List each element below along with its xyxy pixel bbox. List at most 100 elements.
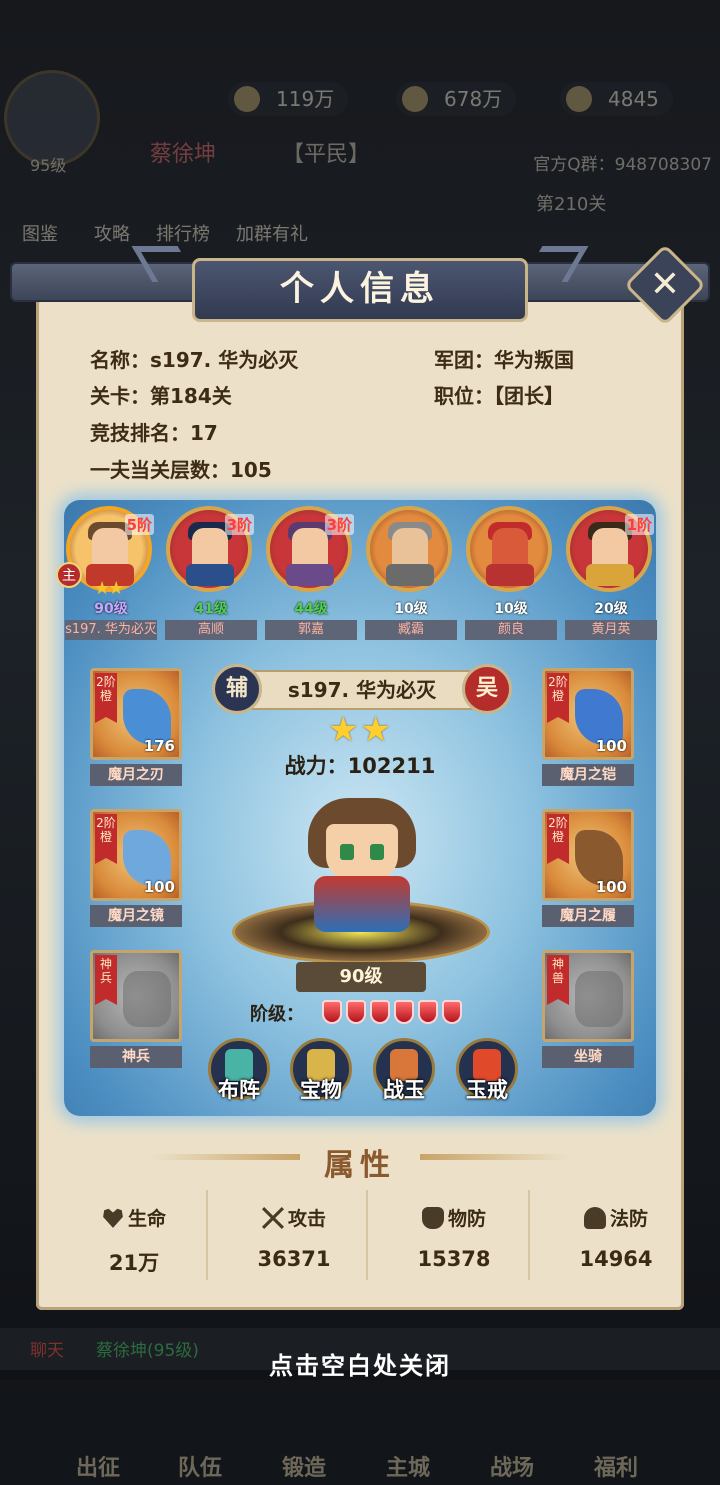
nav-city[interactable]: 主城 <box>386 1450 430 1482</box>
hero-eye-right <box>370 844 384 860</box>
current-stage: 第210关 <box>536 194 607 215</box>
equipment-slot[interactable]: 2阶橙 176 <box>90 668 182 760</box>
silver-chip: 678万 <box>396 82 517 116</box>
portrait-body <box>186 564 234 586</box>
info-name: 名称：s197. 华为必灭 <box>90 348 299 372</box>
gold-ingot-icon <box>566 86 592 112</box>
nav-team[interactable]: 队伍 <box>178 1450 222 1482</box>
equipment-slot[interactable]: 2阶橙 100 <box>542 668 634 760</box>
lineup-portrait[interactable] <box>366 506 452 592</box>
shield-mage-icon <box>583 1207 606 1229</box>
slot-count: 176 <box>143 737 175 755</box>
menu-guide[interactable]: 攻略 <box>94 220 130 246</box>
lineup-portrait[interactable]: 3阶 <box>266 506 354 592</box>
lineup-name: 颜良 <box>465 620 557 640</box>
menu-leaderboard[interactable]: 排行榜 <box>156 220 210 246</box>
lineup-level: 41级 <box>194 601 228 617</box>
lineup-name: s197. 华为必灭 <box>65 620 157 640</box>
nav-battlefield[interactable]: 战场 <box>490 1450 534 1482</box>
equipment-slot[interactable]: 神兵 <box>90 950 182 1042</box>
equipment-icon <box>575 971 623 1027</box>
attribute-item: 物防 15378 <box>374 1192 534 1282</box>
title-plate: 个人信息 <box>192 258 528 322</box>
portrait-body <box>586 564 634 586</box>
portrait-body <box>486 564 534 586</box>
portrait-body <box>386 564 434 586</box>
hero-level-plate: 90级 <box>296 962 426 992</box>
rank-gem-icon <box>346 1000 366 1024</box>
lineup-name: 臧霸 <box>365 620 457 640</box>
attribute-value: 15378 <box>417 1247 491 1271</box>
rank-gem-icon <box>442 1000 462 1024</box>
equipment-label: 神兵 <box>90 1046 182 1068</box>
portrait-stage: 1阶 <box>624 514 654 535</box>
hero-sprite[interactable] <box>300 790 424 940</box>
equipment-label: 坐骑 <box>542 1046 634 1068</box>
faction-tag: 吴 <box>462 664 512 714</box>
equipment-label: 魔月之镜 <box>90 905 182 927</box>
top-hud: 95级 119万 678万 4845 蔡徐坤 【平民】 官方Q群：9487083… <box>0 60 720 260</box>
attribute-value: 21万 <box>108 1251 160 1275</box>
lineup-level: 90级 <box>94 601 128 617</box>
action-label: 玉戒 <box>466 1078 508 1102</box>
hero-face <box>326 824 398 880</box>
assist-tag: 辅 <box>212 664 262 714</box>
slot-rank-ribbon: 神兵 <box>95 955 117 1005</box>
lineup-portrait[interactable] <box>466 506 552 592</box>
nav-welfare[interactable]: 福利 <box>594 1450 638 1482</box>
equipment-icon <box>123 971 171 1027</box>
hero-armor <box>314 876 410 932</box>
attribute-name: 生命 <box>127 1208 166 1230</box>
slot-count: 100 <box>595 878 627 896</box>
crossed-swords-icon <box>261 1207 284 1229</box>
equipment-label: 魔月之履 <box>542 905 634 927</box>
action-label: 宝物 <box>300 1078 342 1102</box>
rank-label: 阶级： <box>250 1004 304 1025</box>
lineup-name: 黄月英 <box>565 620 657 640</box>
menu-codex[interactable]: 图鉴 <box>22 220 58 246</box>
portrait-stage: 3阶 <box>224 514 254 535</box>
player-rank-tag: 【平民】 <box>282 142 371 167</box>
attribute-item: 法防 14964 <box>536 1192 696 1282</box>
tap-blank-to-close[interactable]: 点击空白处关闭 <box>0 1346 720 1381</box>
attributes-title: 属性 <box>324 1148 396 1183</box>
lineup-portrait[interactable]: 1阶 <box>566 506 654 592</box>
player-name: 蔡徐坤 <box>150 142 217 167</box>
equipment-slot[interactable]: 神兽 <box>542 950 634 1042</box>
main-hero-badge: 主 <box>56 562 82 588</box>
equipment-label: 魔月之铠 <box>542 764 634 786</box>
lineup-level: 20级 <box>594 601 628 617</box>
hero-stars: ★★ <box>328 710 393 750</box>
player-level: 95级 <box>30 156 67 175</box>
lineup-name: 郭嘉 <box>265 620 357 640</box>
info-arena-rank: 竞技排名：17 <box>90 421 218 445</box>
slot-rank-ribbon: 神兽 <box>547 955 569 1005</box>
lineup-level: 10级 <box>494 601 528 617</box>
silver-value: 678万 <box>444 87 503 111</box>
slot-rank-ribbon: 2阶橙 <box>547 814 569 864</box>
hero-eye-left <box>340 844 354 860</box>
attribute-name-row: 法防 <box>536 1204 696 1231</box>
action-label: 布阵 <box>218 1078 260 1102</box>
rank-gem-icon <box>370 1000 390 1024</box>
nav-forge[interactable]: 锻造 <box>282 1450 326 1482</box>
slot-count: 100 <box>595 737 627 755</box>
lineup-portrait[interactable]: 3阶 <box>166 506 254 592</box>
close-x-icon: ✕ <box>649 264 681 305</box>
lineup-level: 44级 <box>294 601 328 617</box>
menu-join-group[interactable]: 加群有礼 <box>236 220 308 246</box>
gold-value: 4845 <box>608 87 659 111</box>
panel-title: 个人信息 <box>280 269 440 309</box>
armor-icon <box>421 1207 444 1229</box>
attribute-name: 法防 <box>609 1208 648 1230</box>
action-label: 战玉 <box>383 1078 425 1102</box>
gold-chip[interactable]: 4845 <box>560 82 673 116</box>
portrait-stage: 5阶 <box>124 514 154 535</box>
nav-expedition[interactable]: 出征 <box>76 1450 120 1482</box>
exp-icon <box>234 86 260 112</box>
info-legion: 军团：华为叛国 <box>434 348 574 372</box>
attribute-name: 攻击 <box>287 1208 326 1230</box>
portrait-stage: 3阶 <box>324 514 354 535</box>
equipment-slot[interactable]: 2阶橙 100 <box>542 809 634 901</box>
equipment-slot[interactable]: 2阶橙 100 <box>90 809 182 901</box>
